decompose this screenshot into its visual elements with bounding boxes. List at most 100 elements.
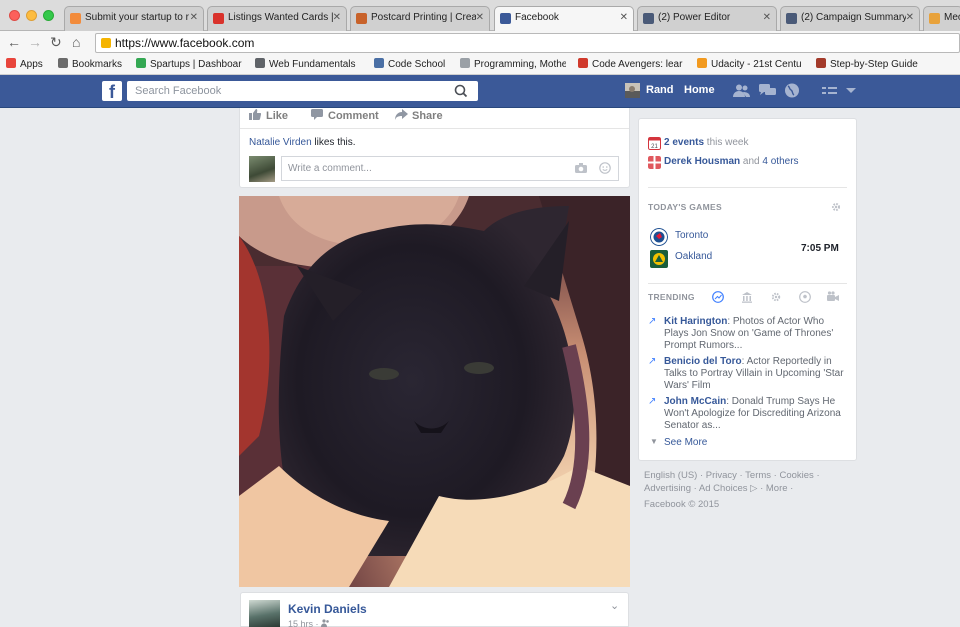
bookmark-label: Apps [20, 59, 43, 70]
trending-topic-name[interactable]: John McCain [664, 396, 726, 407]
bookmark-item[interactable]: Code Avengers: lear [578, 58, 684, 70]
toronto-team-logo-icon [650, 228, 668, 246]
browser-tab[interactable]: (2) Power Editor ✕ [637, 6, 777, 31]
tab-title: Listings Wanted Cards | [228, 12, 333, 23]
events-summary[interactable]: 2 events this week [664, 137, 749, 148]
section-divider [648, 187, 847, 188]
trending-topic-name[interactable]: Kit Harington [664, 316, 727, 327]
trending-topic-name[interactable]: Benicio del Toro [664, 356, 742, 367]
post-author-link[interactable]: Kevin Daniels [288, 602, 367, 616]
footer-links-line1[interactable]: English (US) · Privacy · Terms · Cookies… [644, 470, 820, 481]
post-timestamp[interactable]: 15 hrs · [288, 619, 330, 627]
trending-arrow-icon: ↗ [648, 356, 657, 367]
liker-name-link[interactable]: Natalie Virden [249, 137, 312, 148]
close-icon[interactable]: ✕ [763, 12, 771, 23]
emoji-icon[interactable] [599, 162, 611, 174]
trending-item[interactable]: John McCain: Donald Trump Says He Won't … [664, 396, 844, 432]
bookmark-label: Programming, Mothe [474, 59, 566, 70]
oakland-team-logo-icon [650, 250, 668, 268]
bookmark-label: Spartups | Dashboar [150, 59, 242, 70]
post-photo-cat[interactable] [239, 196, 630, 587]
science-tech-icon[interactable] [770, 291, 782, 303]
birthday-others-link[interactable]: 4 others [762, 156, 798, 167]
browser-tab[interactable]: Listings Wanted Cards | ✕ [207, 6, 347, 31]
facebook-logo[interactable]: f [102, 81, 122, 102]
tab-favicon-icon [643, 13, 654, 24]
bookmark-item[interactable]: Programming, Mothe [460, 58, 566, 70]
author-avatar[interactable] [249, 600, 280, 627]
tab-title: Facebook [515, 12, 559, 23]
thumbs-up-icon [249, 109, 262, 120]
forward-arrow-icon[interactable]: → [28, 34, 42, 50]
profile-link[interactable]: Rand [646, 84, 674, 96]
bookmark-item[interactable]: Udacity - 21st Centu [697, 58, 803, 70]
bookmark-item[interactable]: Spartups | Dashboar [136, 58, 242, 70]
home-icon[interactable]: ⌂ [72, 34, 80, 50]
close-icon[interactable]: ✕ [190, 12, 198, 23]
bookmark-label: Code School [388, 59, 446, 70]
search-icon[interactable] [448, 82, 474, 100]
gift-icon [648, 156, 661, 169]
events-count-link[interactable]: 2 events [664, 137, 704, 148]
comment-button[interactable]: Comment [311, 109, 379, 122]
trending-item[interactable]: Kit Harington: Photos of Actor Who Plays… [664, 316, 844, 352]
browser-tab[interactable]: (2) Campaign Summary ✕ [780, 6, 920, 31]
footer-more-link[interactable]: · More · [757, 483, 793, 494]
commenter-avatar[interactable] [249, 156, 275, 182]
privacy-shortcuts-icon[interactable] [822, 83, 839, 98]
likes-summary: Natalie Virden likes this. [249, 137, 356, 148]
comment-input[interactable] [281, 156, 619, 181]
trending-item[interactable]: Benicio del Toro: Actor Reportedly in Ta… [664, 356, 844, 392]
user-avatar[interactable] [625, 83, 640, 98]
notifications-globe-icon[interactable] [784, 83, 801, 98]
bookmark-label: Code Avengers: lear [592, 59, 683, 70]
close-icon[interactable]: ✕ [620, 12, 628, 23]
post-options-chevron-down-icon[interactable]: ⌄ [610, 599, 619, 612]
search-input[interactable] [127, 81, 478, 101]
facebook-favicon-icon [500, 13, 511, 24]
entertainment-icon[interactable] [827, 291, 839, 303]
share-label: Share [412, 110, 443, 122]
gear-icon[interactable] [831, 202, 841, 212]
friend-requests-icon[interactable] [733, 83, 750, 98]
footer-links-line2[interactable]: Advertising · Ad Choices ▷ · More · [644, 483, 793, 494]
share-button[interactable]: Share [395, 109, 443, 122]
team-toronto-link[interactable]: Toronto [675, 230, 708, 241]
browser-tab[interactable]: Postcard Printing | Creat ✕ [350, 6, 490, 31]
bookmark-item[interactable]: Step-by-Step Guide [816, 58, 926, 70]
address-bar[interactable]: https://www.facebook.com [95, 33, 960, 53]
camera-icon[interactable] [575, 163, 587, 173]
birthday-person-link[interactable]: Derek Housman [664, 156, 740, 167]
close-icon[interactable]: ✕ [476, 12, 484, 23]
team-oakland-link[interactable]: Oakland [675, 251, 712, 262]
section-divider [648, 283, 847, 284]
footer-ad-choices-link[interactable]: Advertising · Ad Choices [644, 483, 748, 494]
reload-icon[interactable]: ↻ [50, 34, 62, 50]
bookmark-item[interactable]: Code School [374, 58, 452, 70]
home-link[interactable]: Home [684, 84, 715, 96]
footer-copyright: Facebook © 2015 [644, 499, 720, 510]
minimize-window-button[interactable] [26, 10, 37, 21]
browser-tab[interactable]: Submit your startup to r ✕ [64, 6, 204, 31]
code-icon [374, 58, 384, 68]
account-menu-chevron-down-icon[interactable] [843, 83, 860, 98]
see-more-link[interactable]: See More [664, 437, 707, 448]
back-arrow-icon[interactable]: ← [7, 34, 21, 50]
facebook-top-bar: f [0, 75, 960, 108]
bookmark-apps[interactable]: Apps [6, 58, 50, 70]
browser-toolbar: ← → ↻ ⌂ https://www.facebook.com [0, 31, 960, 55]
bookmark-item[interactable]: Web Fundamentals | [255, 58, 359, 70]
close-window-button[interactable] [9, 10, 20, 21]
politics-icon[interactable] [741, 291, 753, 303]
messages-icon[interactable] [759, 83, 776, 98]
browser-tab-active[interactable]: Facebook ✕ [494, 6, 634, 32]
close-icon[interactable]: ✕ [906, 12, 914, 23]
browser-tab[interactable]: Meo [923, 6, 960, 31]
zoom-window-button[interactable] [43, 10, 54, 21]
sports-ball-icon[interactable] [799, 291, 811, 303]
bookmark-favicon-icon [136, 58, 146, 68]
bookmark-bookmarks[interactable]: Bookmarks [58, 58, 126, 70]
close-icon[interactable]: ✕ [333, 12, 341, 23]
like-button[interactable]: Like [249, 109, 288, 122]
trending-top-icon[interactable] [712, 291, 724, 303]
